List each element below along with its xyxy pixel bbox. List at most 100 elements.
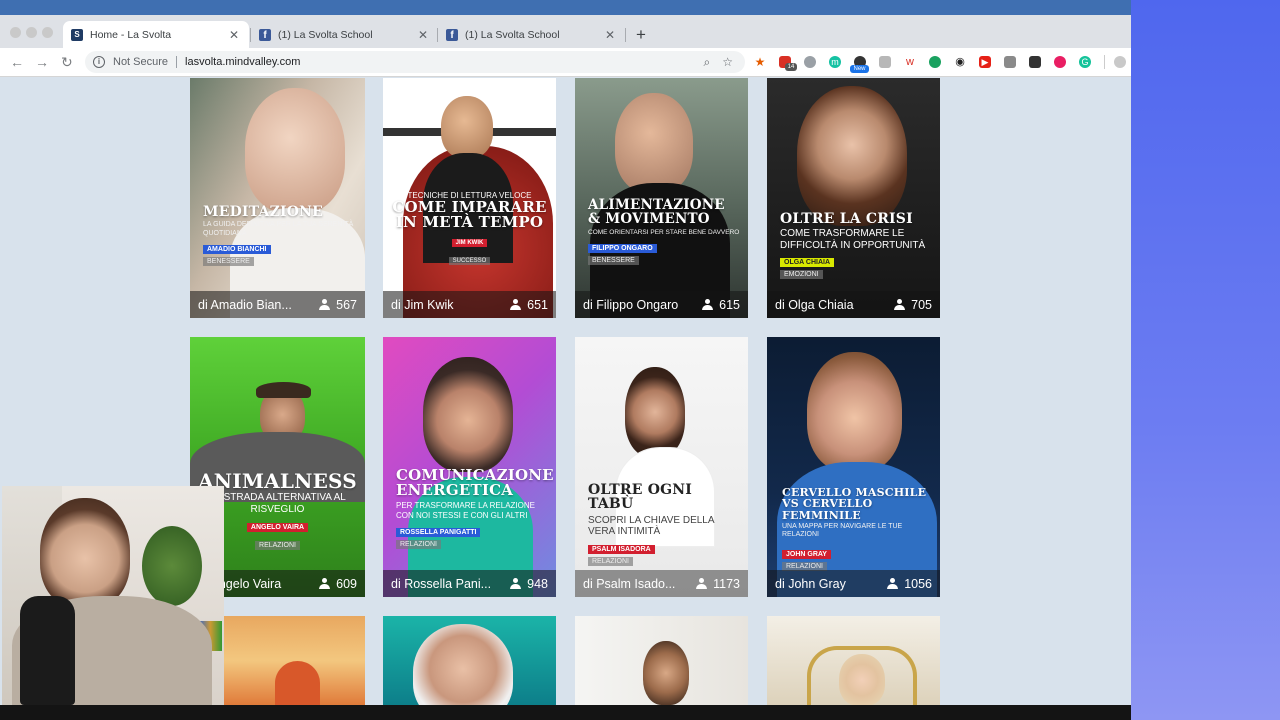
user-icon — [319, 299, 331, 310]
user-icon — [510, 299, 522, 310]
tab-title: (1) La Svolta School — [465, 28, 560, 41]
window-minimize-button[interactable] — [26, 27, 37, 38]
presenter-badge: OLGA CHIAIA — [780, 258, 835, 268]
course-card-jim-kwik[interactable]: TECNICHE DI LETTURA VELOCE COME IMPARARE… — [383, 78, 556, 318]
info-icon[interactable]: i — [93, 56, 105, 68]
count-value: 705 — [911, 297, 932, 312]
card-footer: di Psalm Isado... 1173 — [575, 570, 748, 597]
course-headline: CERVELLO MASCHILE VS CERVELLO FEMMINILE — [782, 486, 927, 522]
zoom-search-icon[interactable]: ⌕ — [704, 55, 711, 70]
pink-extension-icon[interactable] — [1054, 56, 1066, 68]
course-card-oltre-la-crisi[interactable]: OLTRE LA CRISI COME TRASFORMARE LE DIFFI… — [767, 78, 940, 318]
course-headline: OLTRE LA CRISI — [780, 211, 913, 227]
window-close-button[interactable] — [10, 27, 21, 38]
tab-la-svolta-school-2[interactable]: f (1) La Svolta School ✕ — [438, 21, 625, 48]
profile-avatar-icon[interactable] — [1114, 56, 1126, 68]
course-subtitle: COME ORIENTARSI PER STARE BENE DAVVERO — [588, 228, 740, 236]
mask-extension-icon[interactable]: ◉ — [954, 56, 966, 68]
plant — [142, 526, 202, 606]
new-tab-button[interactable]: + — [636, 26, 646, 44]
presenter-portrait — [797, 86, 907, 226]
count-value: 1056 — [904, 576, 932, 591]
course-author: di John Gray — [775, 576, 846, 591]
user-icon — [696, 578, 708, 589]
bottom-bar — [0, 705, 1131, 720]
tab-home-la-svolta[interactable]: S Home - La Svolta ✕ — [63, 21, 249, 48]
count-value: 1173 — [713, 576, 740, 591]
presenter-portrait — [441, 96, 493, 158]
count-value: 615 — [719, 297, 740, 312]
tab-divider — [625, 28, 626, 42]
category-badge: SUCCESSO — [448, 256, 491, 265]
w-extension-icon[interactable]: w — [904, 56, 916, 68]
window-maximize-button[interactable] — [42, 27, 53, 38]
course-card-teal[interactable] — [383, 616, 556, 705]
course-author: di Amadio Bian... — [198, 297, 292, 312]
course-author: di Olga Chiaia — [775, 297, 854, 312]
category-badge: RELAZIONI — [396, 539, 441, 549]
count-value: 948 — [527, 576, 548, 591]
tab-close-icon[interactable]: ✕ — [229, 28, 239, 42]
new-badge: New — [850, 65, 869, 73]
user-icon — [702, 299, 714, 310]
grammarly-extension-icon[interactable]: G — [1079, 56, 1091, 68]
enrollment-count: 705 — [894, 298, 932, 312]
course-card-alimentazione[interactable]: ALIMENTAZIONE & MOVIMENTO COME ORIENTARS… — [575, 78, 748, 318]
course-thumbnail — [190, 78, 365, 318]
course-subtitle: COME TRASFORMARE LE DIFFICOLTÀ IN OPPORT… — [780, 228, 926, 251]
count-value: 651 — [527, 297, 548, 312]
card-footer: di John Gray 1056 — [767, 570, 940, 597]
course-card-oltre-ogni-tabu[interactable]: OLTRE OGNI TABÙ SCOPRI LA CHIAVE DELLA V… — [575, 337, 748, 597]
course-thumbnail — [767, 78, 940, 318]
course-card-ornate[interactable] — [767, 616, 940, 705]
puzzle-extension-icon[interactable] — [1029, 56, 1041, 68]
course-subtitle: PER TRASFORMARE LA RELAZIONE CON NOI STE… — [396, 500, 535, 520]
presenter-badge: PSALM ISADORA — [588, 544, 655, 554]
reload-icon[interactable]: ↻ — [61, 54, 73, 70]
enrollment-count: 651 — [510, 298, 548, 312]
youtube-extension-icon[interactable]: ▶ — [979, 56, 991, 68]
evernote-extension-icon[interactable] — [929, 56, 941, 68]
comment-extension-icon[interactable] — [879, 56, 891, 68]
facebook-favicon-icon: f — [446, 28, 458, 41]
browser-window: S Home - La Svolta ✕ f (1) La Svolta Sch… — [0, 0, 1131, 705]
tab-la-svolta-school-1[interactable]: f (1) La Svolta School ✕ — [251, 21, 438, 48]
course-author: di Filippo Ongaro — [583, 297, 679, 312]
course-card-comunicazione[interactable]: COMUNICAZIONE ENERGETICA PER TRASFORMARE… — [383, 337, 556, 597]
card-footer: di Olga Chiaia 705 — [767, 291, 940, 318]
course-subtitle: SCOPRI LA CHIAVE DELLA VERA INTIMITÀ — [588, 514, 714, 538]
url-text[interactable]: lasvolta.mindvalley.com — [185, 56, 703, 68]
presenter-portrait — [423, 357, 513, 472]
toolbar-divider — [1104, 55, 1105, 69]
bookmark-star-icon[interactable]: ☆ — [722, 55, 733, 69]
forward-arrow-icon[interactable]: → — [35, 54, 49, 70]
user-icon — [319, 578, 331, 589]
course-title-block: COMUNICAZIONE ENERGETICA PER TRASFORMARE… — [396, 467, 554, 549]
enrollment-count: 1056 — [887, 577, 932, 591]
course-card-white[interactable] — [575, 616, 748, 705]
count-value: 609 — [336, 576, 357, 591]
shield-extension-icon[interactable] — [804, 56, 816, 68]
course-title-block: TECNICHE DI LETTURA VELOCE COME IMPARARE… — [391, 191, 548, 267]
course-headline: ALIMENTAZIONE & MOVIMENTO — [588, 197, 725, 227]
star-extension-icon[interactable]: ★ — [754, 56, 766, 68]
presenter-badge: ROSSELLA PANIGATTI — [396, 527, 481, 537]
course-author: di Jim Kwik — [391, 297, 454, 312]
enrollment-count: 1173 — [696, 577, 740, 591]
category-badge: BENESSERE — [588, 255, 639, 265]
camera-extension-icon[interactable] — [1004, 56, 1016, 68]
course-title-block: ALIMENTAZIONE & MOVIMENTO COME ORIENTARS… — [588, 197, 742, 265]
tab-close-icon[interactable]: ✕ — [605, 28, 615, 42]
m-extension-icon[interactable]: m — [829, 56, 841, 68]
heart-shape — [275, 661, 320, 705]
course-card-cervello[interactable]: CERVELLO MASCHILE VS CERVELLO FEMMINILE … — [767, 337, 940, 597]
presenter-portrait — [643, 641, 689, 705]
address-bar[interactable]: i Not Secure lasvolta.mindvalley.com ⌕ ☆ — [85, 51, 745, 73]
back-arrow-icon[interactable]: ← — [10, 54, 24, 70]
tab-bar: S Home - La Svolta ✕ f (1) La Svolta Sch… — [0, 0, 1131, 48]
category-badge: RELAZIONI — [255, 540, 300, 550]
course-card-meditazione[interactable]: MEDITAZIONE LA GUIDA DEFINITIVA PER LA T… — [190, 78, 365, 318]
tab-close-icon[interactable]: ✕ — [418, 28, 428, 42]
tab-title: (1) La Svolta School — [278, 28, 373, 41]
hat — [256, 382, 311, 398]
